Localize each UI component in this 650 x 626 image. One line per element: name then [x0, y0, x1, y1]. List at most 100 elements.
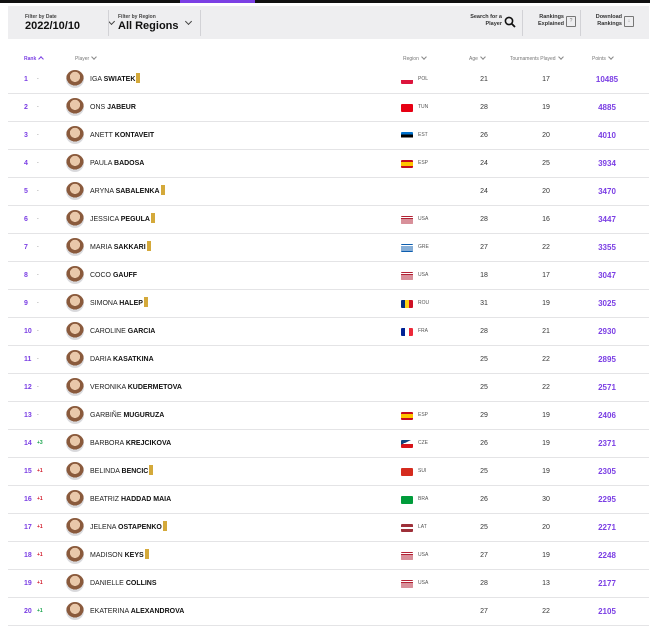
- rank-movement: +1: [37, 552, 43, 558]
- region-column-header[interactable]: Region: [403, 54, 427, 62]
- player-avatar: [66, 574, 84, 592]
- player-first-name: ONS: [90, 104, 106, 111]
- player-name-link[interactable]: PAULA BADOSA: [90, 150, 144, 177]
- ranking-points: 3355: [598, 243, 616, 252]
- table-row[interactable]: 5 - ARYNA SABALENKA 24 20 3470: [8, 178, 649, 206]
- player-first-name: VERONIKA: [90, 384, 126, 391]
- region-filter[interactable]: Filter by Region All Regions: [118, 6, 208, 39]
- tournaments-played: 22: [542, 384, 550, 391]
- player-column-header[interactable]: Player: [75, 54, 98, 62]
- player-name-link[interactable]: DANIELLE COLLINS: [90, 570, 157, 597]
- table-row[interactable]: 6 - JESSICA PEGULA USA 28 16 3447: [8, 206, 649, 234]
- player-name-link[interactable]: VERONIKA KUDERMETOVA: [90, 374, 182, 401]
- table-row[interactable]: 2 - ONS JABEUR TUN 28 19 4885: [8, 94, 649, 122]
- player-last-name: PEGULA: [120, 216, 150, 223]
- table-row[interactable]: 15 +1 BELINDA BENCIC SUI 25 19 2305: [8, 458, 649, 486]
- player-name-link[interactable]: CAROLINE GARCIA: [90, 318, 155, 345]
- player-last-name: KUDERMETOVA: [127, 384, 182, 391]
- player-name-link[interactable]: IGA SWIATEK: [90, 66, 141, 93]
- search-player-button[interactable]: Search for a Player: [454, 6, 518, 39]
- country-code: USA: [418, 580, 429, 586]
- player-last-name: SAKKARI: [113, 244, 146, 251]
- player-first-name: IGA: [90, 76, 102, 83]
- player-last-name: OSTAPENKO: [118, 524, 162, 531]
- player-name-link[interactable]: MADISON KEYS: [90, 542, 149, 569]
- chevron-down-icon: [107, 17, 116, 26]
- player-last-name: KREJCIKOVA: [125, 440, 172, 447]
- player-age: 25: [480, 468, 488, 475]
- table-row[interactable]: 18 +1 MADISON KEYS USA 27 19 2248: [8, 542, 649, 570]
- player-name-link[interactable]: ARYNA SABALENKA: [90, 178, 165, 205]
- player-name-link[interactable]: JELENA OSTAPENKO: [90, 514, 167, 541]
- tournaments-played: 19: [542, 104, 550, 111]
- sort-ascending-icon: [38, 56, 45, 62]
- ranking-points: 3934: [598, 159, 616, 168]
- download-rankings-button[interactable]: Download Rankings ↓: [582, 6, 638, 39]
- ranking-points: 2295: [598, 495, 616, 504]
- date-filter[interactable]: Filter by Date 2022/10/10: [25, 6, 116, 39]
- table-row[interactable]: 11 - DARIA KASATKINA 25 22 2895: [8, 346, 649, 374]
- table-row[interactable]: 1 - IGA SWIATEK POL 21 17 10485: [8, 66, 649, 94]
- rank-movement: -: [37, 132, 39, 138]
- player-name-link[interactable]: EKATERINA ALEXANDROVA: [90, 598, 184, 625]
- flag-icon: [401, 524, 413, 532]
- table-row[interactable]: 8 - COCO GAUFF USA 18 17 3047: [8, 262, 649, 290]
- player-name-link[interactable]: ONS JABEUR: [90, 94, 136, 121]
- flag-icon: [401, 552, 413, 560]
- rankings-table: 1 - IGA SWIATEK POL 21 17 10485 2 - ONS …: [8, 66, 649, 626]
- country-code: LAT: [418, 524, 427, 530]
- player-name-link[interactable]: ANETT KONTAVEIT: [90, 122, 154, 149]
- gold-tag-icon: [150, 213, 155, 224]
- table-row[interactable]: 4 - PAULA BADOSA ESP 24 25 3934: [8, 150, 649, 178]
- gold-tag-icon: [143, 297, 148, 308]
- table-row[interactable]: 13 - GARBIÑE MUGURUZA ESP 29 19 2406: [8, 402, 649, 430]
- points-column-header[interactable]: Points: [592, 54, 614, 62]
- player-avatar: [66, 462, 84, 480]
- table-row[interactable]: 20 +1 EKATERINA ALEXANDROVA 27 22 2105: [8, 598, 649, 626]
- gold-tag-icon: [146, 241, 151, 252]
- tournaments-played: 22: [542, 608, 550, 615]
- player-last-name: SWIATEK: [103, 76, 136, 83]
- country-code: POL: [418, 76, 429, 82]
- player-name-link[interactable]: MARIA SAKKARI: [90, 234, 151, 261]
- player-name-link[interactable]: GARBIÑE MUGURUZA: [90, 402, 164, 429]
- rank-movement: +1: [37, 496, 43, 502]
- player-avatar: [66, 98, 84, 116]
- player-first-name: JELENA: [90, 524, 117, 531]
- country-code: EST: [418, 132, 428, 138]
- player-name-link[interactable]: BARBORA KREJCIKOVA: [90, 430, 171, 457]
- rank-movement: -: [37, 356, 39, 362]
- player-avatar: [66, 70, 84, 88]
- player-first-name: JESSICA: [90, 216, 119, 223]
- table-row[interactable]: 14 +3 BARBORA KREJCIKOVA CZE 26 19 2371: [8, 430, 649, 458]
- player-name-link[interactable]: DARIA KASATKINA: [90, 346, 154, 373]
- age-column-header[interactable]: Age: [469, 54, 486, 62]
- table-row[interactable]: 9 - SIMONA HALEP ROU 31 19 3025: [8, 290, 649, 318]
- player-name-link[interactable]: COCO GAUFF: [90, 262, 137, 289]
- flag-icon: [401, 468, 413, 476]
- table-row[interactable]: 10 - CAROLINE GARCIA FRA 28 21 2930: [8, 318, 649, 346]
- table-row[interactable]: 3 - ANETT KONTAVEIT EST 26 20 4010: [8, 122, 649, 150]
- player-avatar: [66, 210, 84, 228]
- divider: [200, 10, 201, 36]
- rank-movement: +1: [37, 580, 43, 586]
- tournaments-played: 22: [542, 356, 550, 363]
- rankings-explained-button[interactable]: Rankings Explained ?: [526, 6, 578, 39]
- flag-icon: [401, 580, 413, 588]
- player-name-link[interactable]: SIMONA HALEP: [90, 290, 148, 317]
- table-row[interactable]: 7 - MARIA SAKKARI GRE 27 22 3355: [8, 234, 649, 262]
- table-row[interactable]: 17 +1 JELENA OSTAPENKO LAT 25 20 2271: [8, 514, 649, 542]
- ranking-points: 2271: [598, 523, 616, 532]
- player-age: 25: [480, 524, 488, 531]
- player-name-link[interactable]: JESSICA PEGULA: [90, 206, 155, 233]
- tournaments-played: 21: [542, 328, 550, 335]
- table-row[interactable]: 12 - VERONIKA KUDERMETOVA 25 22 2571: [8, 374, 649, 402]
- rank-number: 14: [24, 440, 32, 447]
- rank-column-header[interactable]: Rank: [24, 56, 45, 62]
- table-row[interactable]: 19 +1 DANIELLE COLLINS USA 28 13 2177: [8, 570, 649, 598]
- player-name-link[interactable]: BELINDA BENCIC: [90, 458, 154, 485]
- player-name-link[interactable]: BEATRIZ HADDAD MAIA: [90, 486, 171, 513]
- table-row[interactable]: 16 +1 BEATRIZ HADDAD MAIA BRA 26 30 2295: [8, 486, 649, 514]
- tournaments-played: 20: [542, 524, 550, 531]
- tournaments-column-header[interactable]: Tournaments Played: [510, 54, 564, 62]
